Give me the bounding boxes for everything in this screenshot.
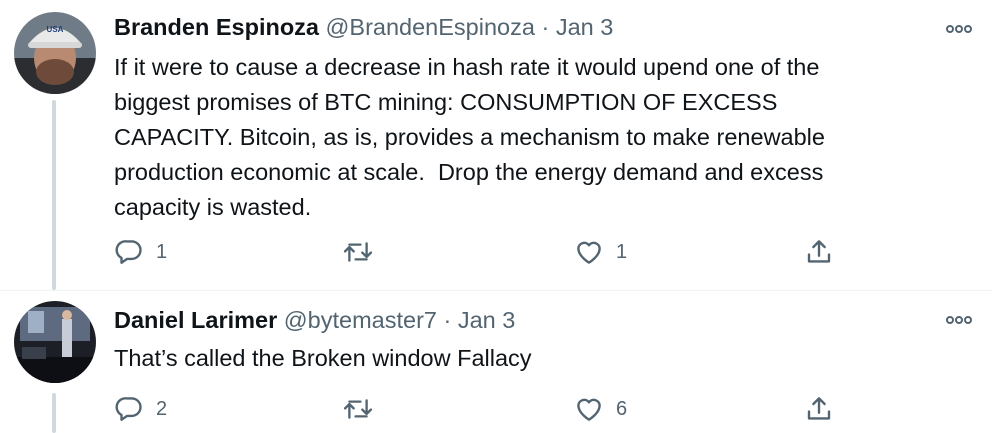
retweet-button[interactable]: [342, 232, 386, 272]
separator: ·: [541, 14, 550, 40]
more-icon[interactable]: [944, 20, 974, 38]
author-handle[interactable]: @bytemaster7: [284, 307, 437, 333]
share-icon: [804, 237, 834, 267]
retweet-button[interactable]: [342, 389, 386, 429]
more-icon[interactable]: [944, 311, 974, 329]
reply-count: 2: [156, 397, 168, 420]
tweet-header: Daniel Larimer @bytemaster7 · Jan 3: [114, 305, 515, 335]
tweet-text: If it were to cause a decrease in hash r…: [114, 54, 825, 220]
thread-line: [52, 393, 56, 433]
tweet-date[interactable]: Jan 3: [458, 307, 516, 333]
tweet-actions: 1 1: [114, 232, 874, 272]
avatar[interactable]: [14, 301, 96, 383]
tweet-header: Branden Espinoza @BrandenEspinoza · Jan …: [114, 12, 613, 42]
thread-line: [52, 100, 56, 290]
tweet-text: That’s called the Broken window Fallacy: [114, 345, 532, 371]
separator: ·: [443, 307, 452, 333]
reply-icon: [114, 394, 144, 424]
share-button[interactable]: [804, 389, 834, 429]
retweet-icon: [342, 237, 374, 267]
reply-count: 1: [156, 240, 168, 263]
like-button[interactable]: 1: [574, 232, 627, 272]
like-icon: [574, 237, 604, 267]
like-count: 6: [616, 397, 628, 420]
tweet[interactable]: Daniel Larimer @bytemaster7 · Jan 3 That…: [0, 290, 992, 433]
avatar-cap-text: USA: [47, 25, 64, 34]
author-name[interactable]: Branden Espinoza: [114, 14, 319, 40]
author-handle[interactable]: @BrandenEspinoza: [326, 14, 535, 40]
tweet-date[interactable]: Jan 3: [556, 14, 614, 40]
avatar[interactable]: USA: [14, 12, 96, 94]
reply-button[interactable]: 1: [114, 232, 167, 272]
share-button[interactable]: [804, 232, 834, 272]
retweet-icon: [342, 394, 374, 424]
share-icon: [804, 394, 834, 424]
like-button[interactable]: 6: [574, 389, 627, 429]
reply-icon: [114, 237, 144, 267]
like-icon: [574, 394, 604, 424]
like-count: 1: [616, 240, 628, 263]
author-name[interactable]: Daniel Larimer: [114, 307, 277, 333]
tweet[interactable]: USA Branden Espinoza @BrandenEspinoza · …: [0, 0, 992, 290]
reply-button[interactable]: 2: [114, 389, 167, 429]
tweet-actions: 2 6: [114, 389, 874, 429]
